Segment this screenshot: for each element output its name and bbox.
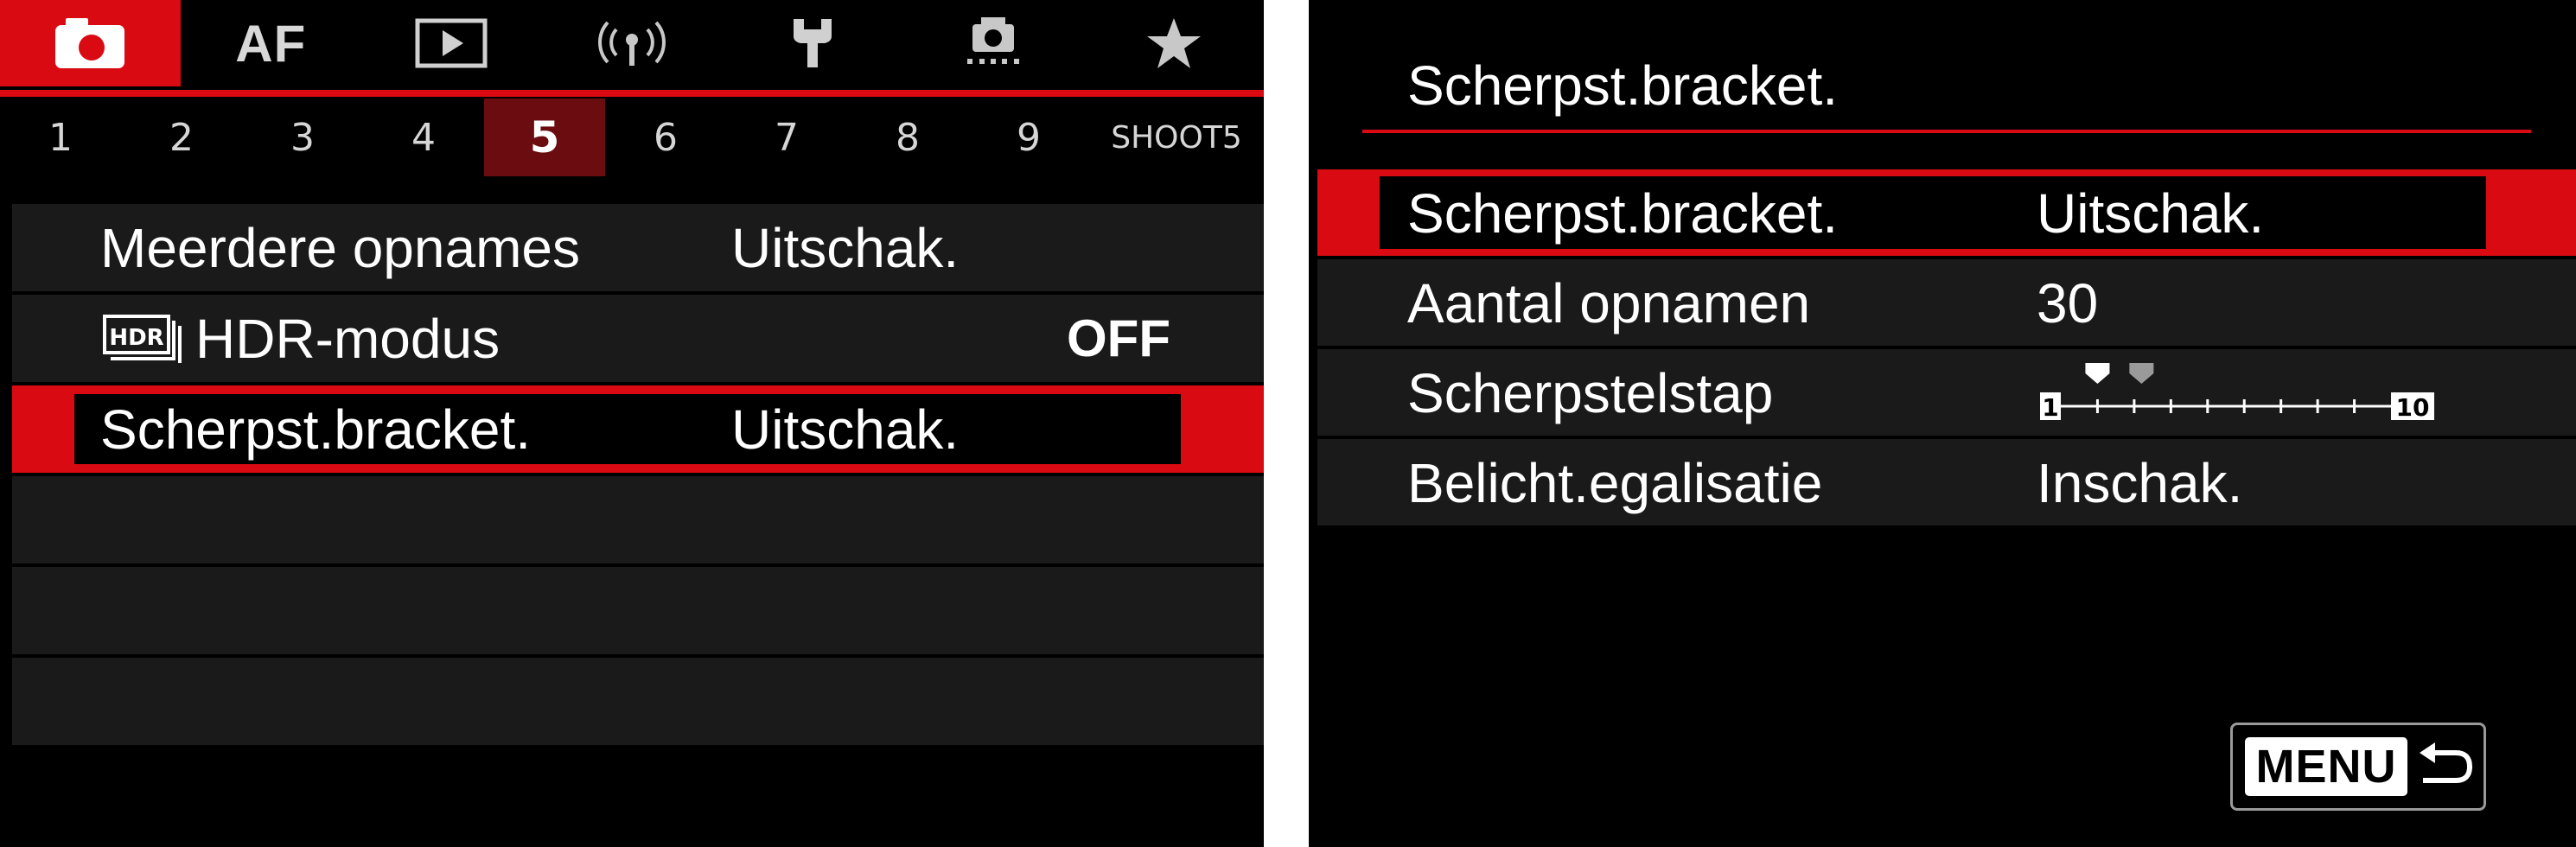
menu-tab-bar: AF [0,0,1264,95]
menu-item-value: Uitschak. [731,216,960,279]
setting-exposure-smoothing[interactable]: Belicht.egalisatie Inschak. [1317,439,2576,525]
wrench-icon [787,16,838,71]
focus-bracketing-screen: Scherpst.bracket. Scherpst.bracket. Uits… [1309,0,2576,847]
menu-button-label: MENU [2245,737,2407,796]
svg-text:HDR: HDR [109,325,163,351]
setting-label: Aantal opnamen [1407,272,1811,334]
empty-menu-row [12,567,1264,654]
hdr-icon: HDR [102,314,185,368]
tab-my-menu[interactable] [1083,0,1264,86]
menu-back-button[interactable]: MENU [2230,723,2486,811]
tab-underline [0,90,1264,97]
menu-item-label: Meerdere opnames [100,216,580,279]
tab-af[interactable]: AF [181,0,361,86]
menu-item-hdr-mode[interactable]: HDR HDR-modus OFF [12,295,1264,382]
tab-shoot[interactable] [0,0,181,86]
setting-label: Scherpstelstap [1407,362,1774,424]
page-4[interactable]: 4 [363,99,484,176]
page-1[interactable]: 1 [0,99,121,176]
tab-playback[interactable] [361,0,542,86]
setting-label: Scherpst.bracket. [1407,182,1838,245]
page-7[interactable]: 7 [726,99,847,176]
tab-setup[interactable] [722,0,902,86]
camera-sensor-icon [959,16,1028,71]
scale-min-label: 1 [2042,393,2058,422]
shooting-menu-screen: AF 1 2 3 4 5 6 7 8 9 SHOOT5 Meerdere opn… [0,0,1264,847]
page-2[interactable]: 2 [121,99,242,176]
setting-label: Belicht.egalisatie [1407,452,1823,514]
tab-wireless[interactable] [542,0,723,86]
focus-increment-scale[interactable]: 1 10 [2040,353,2438,434]
focus-bracketing-settings-list: Scherpst.bracket. Uitschak. Aantal opnam… [1317,169,2576,529]
setting-focus-bracketing-selected[interactable]: Scherpst.bracket. Uitschak. [1317,169,2576,256]
menu-item-label: Scherpst.bracket. [100,398,531,461]
page-indicator-row: 1 2 3 4 5 6 7 8 9 SHOOT5 [0,99,1264,176]
tab-custom-functions[interactable] [902,0,1083,86]
current-step-marker [2085,363,2110,384]
setting-focus-increment[interactable]: Scherpstelstap 1 10 [1317,349,2576,436]
setting-value: Inschak. [2037,452,2243,514]
page-5-active[interactable]: 5 [484,99,605,176]
wireless-icon [597,17,666,69]
setting-value: Uitschak. [2037,182,2265,245]
scale-max-label: 10 [2396,393,2430,422]
tab-af-label: AF [235,14,307,73]
setting-number-of-shots[interactable]: Aantal opnamen 30 [1317,259,2576,346]
menu-item-focus-bracketing-selected[interactable]: Scherpst.bracket. Uitschak. [12,385,1264,473]
empty-menu-row [12,476,1264,564]
play-icon [415,18,488,68]
menu-item-value: OFF [1067,309,1170,367]
return-arrow-icon [2420,742,2473,783]
empty-menu-row [12,658,1264,745]
setting-value: 30 [2037,272,2099,334]
title-divider [1362,130,2531,133]
star-icon [1145,16,1202,70]
section-label: SHOOT5 [1111,119,1242,156]
shooting-menu-list: Meerdere opnames Uitschak. HDR HDR-modus… [12,204,1264,748]
menu-item-label: HDR-modus [195,307,501,370]
default-step-marker [2129,363,2154,384]
page-title: Scherpst.bracket. [1407,54,1838,117]
camera-icon [54,16,126,70]
page-3[interactable]: 3 [242,99,363,176]
page-6[interactable]: 6 [605,99,726,176]
menu-item-value: Uitschak. [731,398,960,461]
menu-item-multiple-exposure[interactable]: Meerdere opnames Uitschak. [12,204,1264,291]
page-8[interactable]: 8 [847,99,968,176]
page-9[interactable]: 9 [968,99,1089,176]
